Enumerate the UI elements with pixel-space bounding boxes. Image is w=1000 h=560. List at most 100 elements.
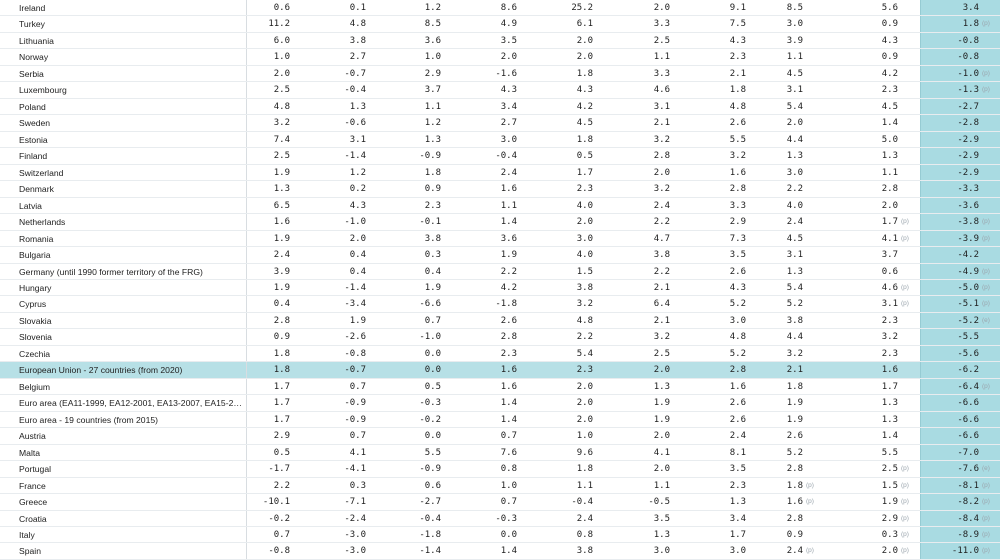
value-cell: 1.1 <box>593 49 670 64</box>
value-text: 2.0 <box>576 217 593 228</box>
value-cell: 4.8 <box>670 99 746 114</box>
value-text: 2.8 <box>273 315 290 326</box>
flag-text: (e) <box>982 465 990 473</box>
country-name[interactable]: Luxembourg <box>0 82 247 98</box>
country-name[interactable]: Euro area (EA11-1999, EA12-2001, EA13-20… <box>0 395 247 411</box>
value-cell-latest: -3.8 (p) <box>920 214 1000 230</box>
value-cell: 5.5 <box>366 445 441 460</box>
value-text: 1.9 <box>786 398 803 409</box>
value-cell: 2.9 (p) <box>822 511 920 526</box>
country-name[interactable]: Croatia <box>0 510 247 526</box>
value-cell: 1.6 <box>670 379 746 394</box>
country-name[interactable]: Bulgaria <box>0 247 247 263</box>
table-row: Belgium 1.7 0.7 0.5 1.6 2.0 1.3 1.6 1.8 1.7 -6.4 (p… <box>0 378 1000 396</box>
value-cell-latest: -8.9 (p) <box>920 527 1000 543</box>
value-text: -0.4 <box>344 85 366 96</box>
country-name[interactable]: Euro area - 19 countries (from 2015) <box>0 411 247 428</box>
country-name[interactable]: Austria <box>0 428 247 444</box>
value-cell: 1.6 (p) <box>746 494 822 509</box>
country-name[interactable]: European Union - 27 countries (from 2020… <box>0 362 247 378</box>
value-cell: 0.7 <box>290 428 366 443</box>
value-cell: 1.4 <box>822 428 920 443</box>
value-text: 2.8 <box>653 151 670 162</box>
country-name[interactable]: Norway <box>0 49 247 65</box>
table-row: Malta 0.5 4.1 5.5 7.6 9.6 4.1 8.1 5.2 5.5 -7.0 <box>0 444 1000 462</box>
value-cell: 11.2 <box>247 16 290 31</box>
country-name[interactable]: Hungary <box>0 279 247 296</box>
country-name[interactable]: Latvia <box>0 197 247 214</box>
value-cell: 2.0 <box>517 33 593 48</box>
country-name[interactable]: Sweden <box>0 115 247 131</box>
value-text: -0.7 <box>344 365 366 376</box>
value-cell: 2.3 <box>670 478 746 493</box>
value-text: 5.2 <box>729 348 746 359</box>
value-cell: -0.3 <box>366 395 441 410</box>
value-cell: 2.2 <box>247 478 290 493</box>
value-text: -5.2 <box>957 315 979 326</box>
value-cell: 0.8 <box>517 527 593 542</box>
country-name[interactable]: Slovenia <box>0 329 247 345</box>
value-text: 0.5 <box>273 447 290 458</box>
country-name[interactable]: Romania <box>0 230 247 247</box>
value-cell: 3.6 <box>441 231 517 246</box>
country-name[interactable]: Turkey <box>0 16 247 32</box>
country-name[interactable]: Denmark <box>0 181 247 197</box>
value-text: 4.1 <box>881 233 898 244</box>
value-text: 8.5 <box>424 19 441 30</box>
country-name[interactable]: Serbia <box>0 65 247 82</box>
value-text: 0.0 <box>424 431 441 442</box>
value-text: 2.8 <box>881 184 898 195</box>
value-cell: 1.0 <box>366 49 441 64</box>
country-name[interactable]: Slovakia <box>0 312 247 329</box>
value-text: 4.2 <box>576 101 593 112</box>
country-name[interactable]: Spain <box>0 543 247 559</box>
country-name[interactable]: Finland <box>0 148 247 164</box>
country-name[interactable]: Cyprus <box>0 296 247 312</box>
country-name[interactable]: Greece <box>0 494 247 510</box>
table-row: Poland 4.8 1.3 1.1 3.4 4.2 3.1 4.8 5.4 4.5 -2.7 <box>0 98 1000 116</box>
country-name[interactable]: France <box>0 477 247 494</box>
value-cell: 1.9 <box>290 313 366 328</box>
value-text: 9.1 <box>729 3 746 13</box>
country-name[interactable]: Czechia <box>0 345 247 362</box>
country-name[interactable]: Estonia <box>0 131 247 148</box>
value-cell: 0.3 (p) <box>822 527 920 542</box>
value-cell: 4.8 <box>517 313 593 328</box>
value-cell: 1.1 <box>366 99 441 114</box>
value-text: 3.8 <box>349 35 366 46</box>
value-text: 2.6 <box>729 398 746 409</box>
country-name[interactable]: Lithuania <box>0 32 247 49</box>
value-text: 5.2 <box>786 447 803 458</box>
country-name[interactable]: Portugal <box>0 461 247 477</box>
value-text: 0.9 <box>424 184 441 195</box>
country-name[interactable]: Netherlands <box>0 214 247 230</box>
value-text: 4.2 <box>500 282 517 293</box>
country-name[interactable]: Malta <box>0 444 247 461</box>
value-text: -5.1 <box>957 299 979 310</box>
country-name[interactable]: Germany (until 1990 former territory of … <box>0 263 247 279</box>
country-name[interactable]: Poland <box>0 98 247 115</box>
value-cell: 2.3 <box>517 181 593 196</box>
value-cell-latest: -6.4 (p) <box>920 378 1000 395</box>
value-text: 1.2 <box>349 167 366 178</box>
value-cell-latest: -6.2 <box>920 362 1000 378</box>
country-name[interactable]: Ireland <box>0 0 247 16</box>
value-cell: -1.4 <box>290 148 366 163</box>
country-name[interactable]: Belgium <box>0 378 247 395</box>
flag-text: (p) <box>982 547 990 555</box>
value-cell: 3.2 <box>822 329 920 344</box>
country-name[interactable]: Switzerland <box>0 164 247 181</box>
value-cell: 2.0 <box>593 461 670 476</box>
value-text: 4.4 <box>786 332 803 343</box>
value-text: -0.2 <box>268 513 290 524</box>
value-cell-latest: -5.2 (e) <box>920 312 1000 329</box>
value-text: -2.4 <box>344 513 366 524</box>
value-cell: 0.7 <box>290 379 366 394</box>
value-cell: 4.3 <box>441 82 517 97</box>
value-cell: 0.4 <box>247 296 290 311</box>
value-text: 1.6 <box>273 217 290 228</box>
value-cell: 3.1 <box>746 82 822 97</box>
value-cell-latest: -2.7 <box>920 98 1000 115</box>
value-text: -0.9 <box>419 464 441 475</box>
country-name[interactable]: Italy <box>0 527 247 543</box>
